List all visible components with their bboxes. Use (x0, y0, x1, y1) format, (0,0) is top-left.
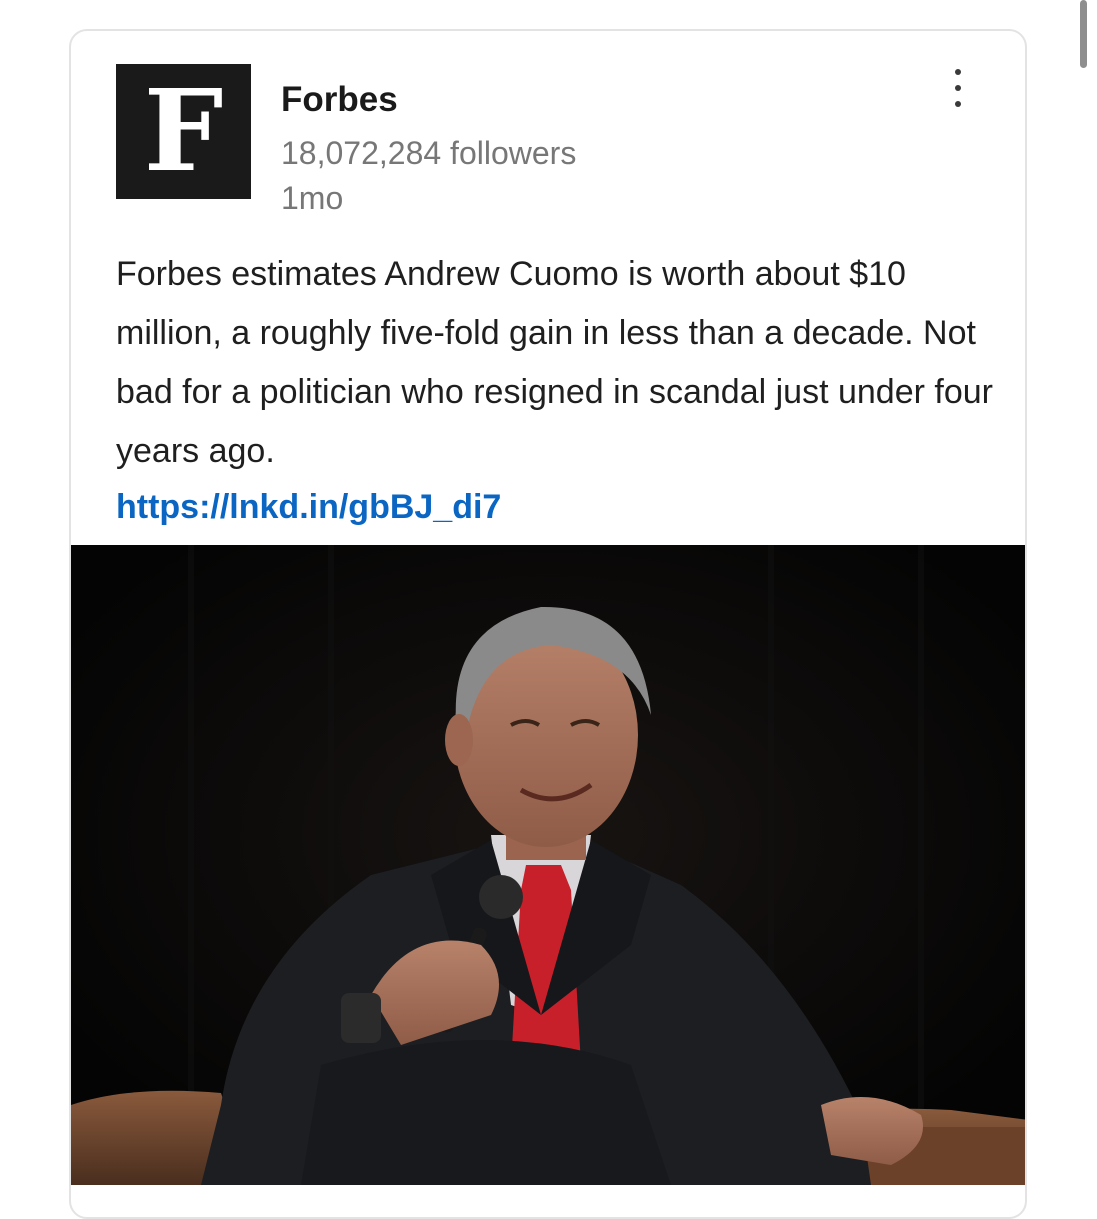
more-vertical-icon[interactable] (943, 67, 973, 109)
post-timestamp: 1mo (281, 180, 344, 216)
post-photo-illustration (71, 545, 1025, 1185)
follower-count: 18,072,284 followers (281, 135, 577, 171)
post-image[interactable] (71, 545, 1025, 1185)
author-name[interactable]: Forbes (281, 79, 398, 121)
scrollbar[interactable] (1080, 0, 1087, 68)
post-text: Forbes estimates Andrew Cuomo is worth a… (116, 255, 993, 470)
post-card: F Forbes 18,072,284 followers 1mo Forbes… (69, 29, 1027, 1219)
post-link[interactable]: https://lnkd.in/gbBJ_di7 (116, 478, 501, 537)
logo-letter: F (143, 65, 224, 197)
company-logo[interactable]: F (116, 64, 251, 199)
